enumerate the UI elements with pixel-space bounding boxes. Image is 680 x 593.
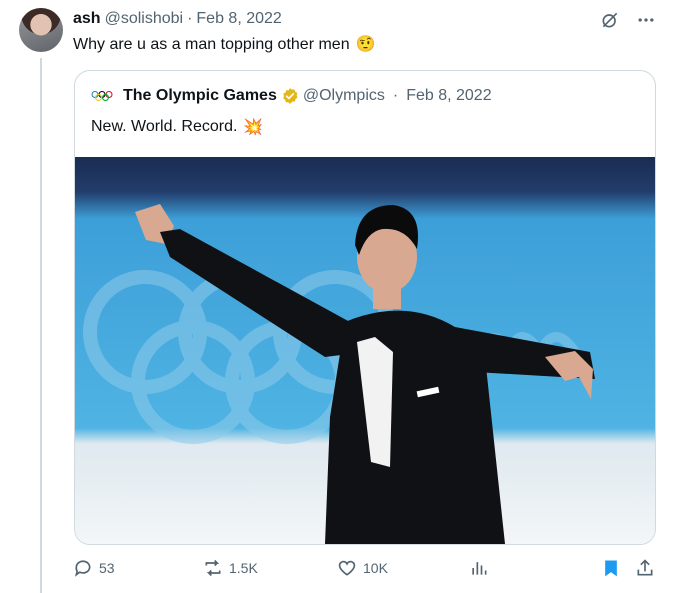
repost-icon xyxy=(205,559,221,577)
tweet-text: Why are u as a man topping other men 🤨 xyxy=(73,35,376,55)
olympic-rings-icon xyxy=(91,91,113,101)
quoted-tweet-date[interactable]: Feb 8, 2022 xyxy=(406,87,491,105)
like-button[interactable]: 10K xyxy=(337,558,388,578)
quoted-tweet-text-body: New. World. Record. xyxy=(91,118,238,135)
separator: · xyxy=(187,10,193,27)
repost-count: 1.5K xyxy=(229,560,258,576)
user-handle[interactable]: @solishobi xyxy=(105,10,184,28)
quoted-tweet-header: The Olympic Games @Olympics · Feb 8, 202… xyxy=(91,87,492,105)
tweet-date[interactable]: Feb 8, 2022 xyxy=(196,10,281,28)
separator: · xyxy=(392,87,399,104)
views-icon xyxy=(472,562,487,575)
avatar[interactable] xyxy=(19,8,63,52)
repost-button[interactable]: 1.5K xyxy=(203,558,258,578)
tweet-header: ash @solishobi · Feb 8, 2022 xyxy=(73,10,282,28)
collision-emoji: 💥 xyxy=(243,119,264,136)
bookmark-icon xyxy=(605,560,617,577)
bookmark-button[interactable] xyxy=(601,558,621,578)
like-count: 10K xyxy=(363,560,388,576)
thread-connector-line xyxy=(40,58,42,593)
reply-count: 53 xyxy=(99,560,115,576)
like-icon xyxy=(338,560,356,576)
quoted-user-handle[interactable]: @Olympics xyxy=(303,87,385,105)
views-button[interactable] xyxy=(469,558,489,578)
share-icon xyxy=(637,559,653,576)
reply-button[interactable]: 53 xyxy=(73,558,115,578)
tweet-top-actions xyxy=(598,8,658,32)
more-icon[interactable] xyxy=(634,8,658,32)
quoted-tweet-card[interactable]: The Olympic Games @Olympics · Feb 8, 202… xyxy=(74,70,656,545)
raised-eyebrow-emoji: 🤨 xyxy=(355,36,376,53)
display-name[interactable]: ash xyxy=(73,10,101,28)
grok-icon[interactable] xyxy=(598,8,622,32)
share-button[interactable] xyxy=(635,558,655,578)
figure-skater-photo[interactable] xyxy=(75,157,655,544)
verified-badge-icon xyxy=(283,88,298,104)
tweet-action-bar: 53 1.5K 10K xyxy=(73,558,663,582)
reply-icon xyxy=(74,560,91,577)
quoted-tweet-text: New. World. Record. 💥 xyxy=(91,117,263,137)
quoted-display-name[interactable]: The Olympic Games xyxy=(123,87,277,105)
tweet-text-body: Why are u as a man topping other men xyxy=(73,36,350,53)
